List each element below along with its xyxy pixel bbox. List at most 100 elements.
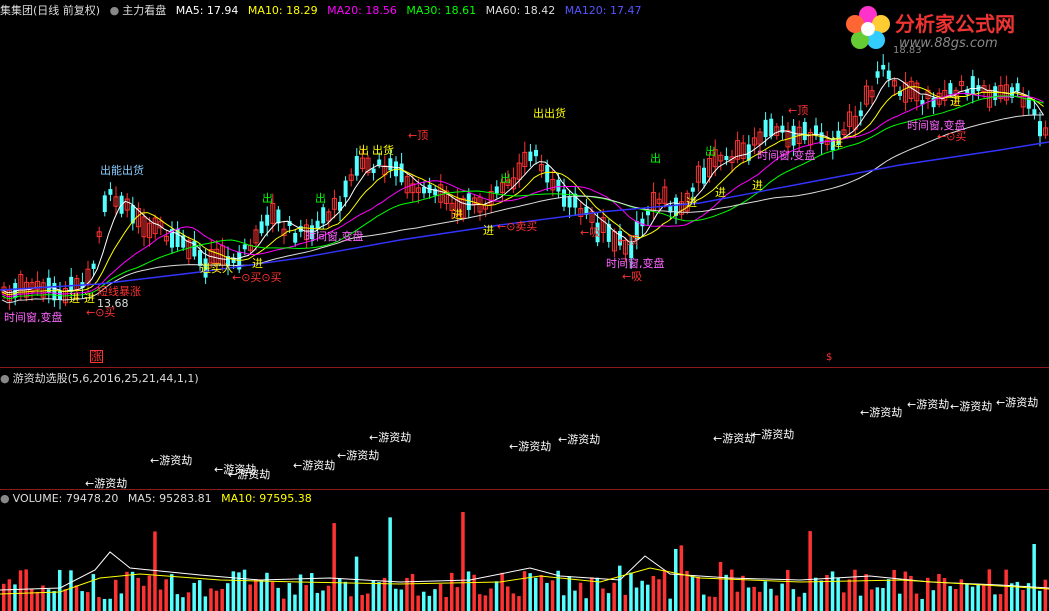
volume-bar: [366, 593, 370, 611]
candle-body: [640, 218, 645, 227]
price-panel[interactable]: 集集团(日线 前复权) ● 主力看盘 MA5: 17.94 MA10: 18.29…: [0, 0, 1049, 366]
volume-bar: [948, 586, 952, 611]
volume-bar: [175, 594, 180, 611]
volume-bar: [209, 588, 213, 611]
volume-bar: [158, 589, 163, 611]
volume-bar: [657, 579, 661, 611]
volume-bar: [35, 591, 40, 611]
volume-readout: VOLUME: 79478.20: [12, 492, 119, 505]
volume-bar: [248, 584, 252, 611]
volume-bar: [998, 594, 1003, 611]
volume-bar: [618, 565, 622, 611]
volume-bar: [522, 571, 527, 611]
volume-bar: [825, 575, 829, 611]
volume-bar: [696, 576, 700, 611]
volume-bar: [634, 587, 639, 611]
volume-bar: [130, 571, 135, 611]
signal-label: ←⊙买⊙买: [232, 271, 282, 284]
volume-bar: [80, 591, 84, 611]
volume-bar: [478, 594, 482, 611]
volume-bar: [58, 569, 62, 611]
volume-bar: [86, 592, 90, 611]
volume-bar: [746, 587, 751, 611]
flower-logo-icon: [846, 6, 890, 49]
volume-bar: [774, 595, 779, 611]
volume-bar: [545, 582, 549, 611]
volume-bar: [506, 586, 510, 611]
indicator-panel[interactable]: ● 游资劫选股(5,6,2016,25,21,44,1,1) ←游资劫 ←游资劫 …: [0, 367, 1049, 490]
volume-bar: [713, 596, 717, 611]
signal-label: 进: [715, 186, 726, 199]
volume-bar: [461, 511, 465, 611]
candle-body: [259, 221, 264, 234]
volume-bar: [690, 576, 695, 611]
volume-bar: [847, 579, 852, 611]
volume-bar: [517, 596, 521, 611]
indicator-name[interactable]: 主力看盘: [122, 4, 166, 17]
volume-bar: [758, 591, 762, 611]
youzi-label: ←游资劫: [860, 406, 903, 419]
candle-body: [108, 189, 113, 195]
volume-bar: [326, 585, 331, 611]
ma120-readout: MA120: 17.47: [564, 4, 642, 17]
indicator-title[interactable]: 游资劫选股(5,6,2016,25,21,44,1,1): [13, 372, 199, 385]
candle-body: [556, 179, 561, 192]
youzi-label: ←游资劫: [558, 433, 601, 446]
candle-body: [724, 155, 729, 161]
signal-label: 进: [950, 95, 961, 108]
volume-bar: [814, 577, 818, 611]
volume-bar: [937, 573, 941, 611]
volume-bar: [534, 577, 538, 611]
candle-body: [494, 186, 499, 194]
volume-bar: [360, 594, 364, 611]
signal-label: 进: [452, 208, 463, 221]
volume-bar: [321, 590, 325, 611]
volume-bar: [7, 579, 12, 611]
signal-label: 出: [262, 192, 273, 205]
signal-label: 出货: [372, 144, 394, 157]
volume-bar: [836, 577, 840, 611]
candle-body: [567, 195, 572, 208]
signal-label: ←吸: [580, 226, 601, 239]
candle-body: [422, 186, 426, 194]
price-low-label: 13.68: [97, 297, 129, 310]
signal-label: 涨: [90, 350, 103, 363]
volume-bar: [685, 570, 689, 611]
volume-bar: [601, 588, 605, 611]
volume-bar: [472, 574, 476, 611]
volume-bar: [427, 595, 432, 611]
volume-bar: [870, 589, 874, 611]
volume-bar: [24, 569, 28, 611]
candle-body: [293, 232, 298, 243]
volume-bar: [886, 579, 891, 611]
volume-bar: [282, 598, 286, 611]
volume-bar: [858, 595, 863, 611]
volume-bar: [259, 580, 264, 611]
candle-body: [371, 168, 376, 174]
volume-bar: [993, 594, 997, 611]
volume-bar: [444, 597, 448, 611]
signal-label: 出: [358, 144, 369, 157]
signal-label: ←顶: [618, 234, 639, 247]
candle-body: [690, 187, 695, 192]
volume-chart[interactable]: [0, 490, 1049, 611]
volume-bar: [668, 598, 672, 611]
volume-bar: [63, 589, 68, 611]
volume-bar: [1038, 590, 1042, 611]
volume-bar: [242, 569, 247, 611]
volume-bar: [550, 580, 555, 611]
volume-bar: [142, 585, 146, 611]
candle-body: [534, 149, 538, 157]
signal-label: 进: [832, 136, 843, 149]
candle-body: [886, 70, 891, 80]
volume-bar: [2, 583, 6, 611]
candle-body: [1038, 121, 1042, 137]
volume-bar: [108, 598, 112, 611]
volume-bar: [853, 569, 857, 611]
volume-bar: [343, 581, 348, 611]
volume-panel[interactable]: ● VOLUME: 79478.20 MA5: 95283.81 MA10: 97…: [0, 489, 1049, 611]
volume-bar: [931, 590, 936, 611]
logo-url: www.88gs.com: [899, 36, 998, 51]
volume-bar: [349, 596, 353, 611]
ma20-readout: MA20: 18.56: [327, 4, 397, 17]
